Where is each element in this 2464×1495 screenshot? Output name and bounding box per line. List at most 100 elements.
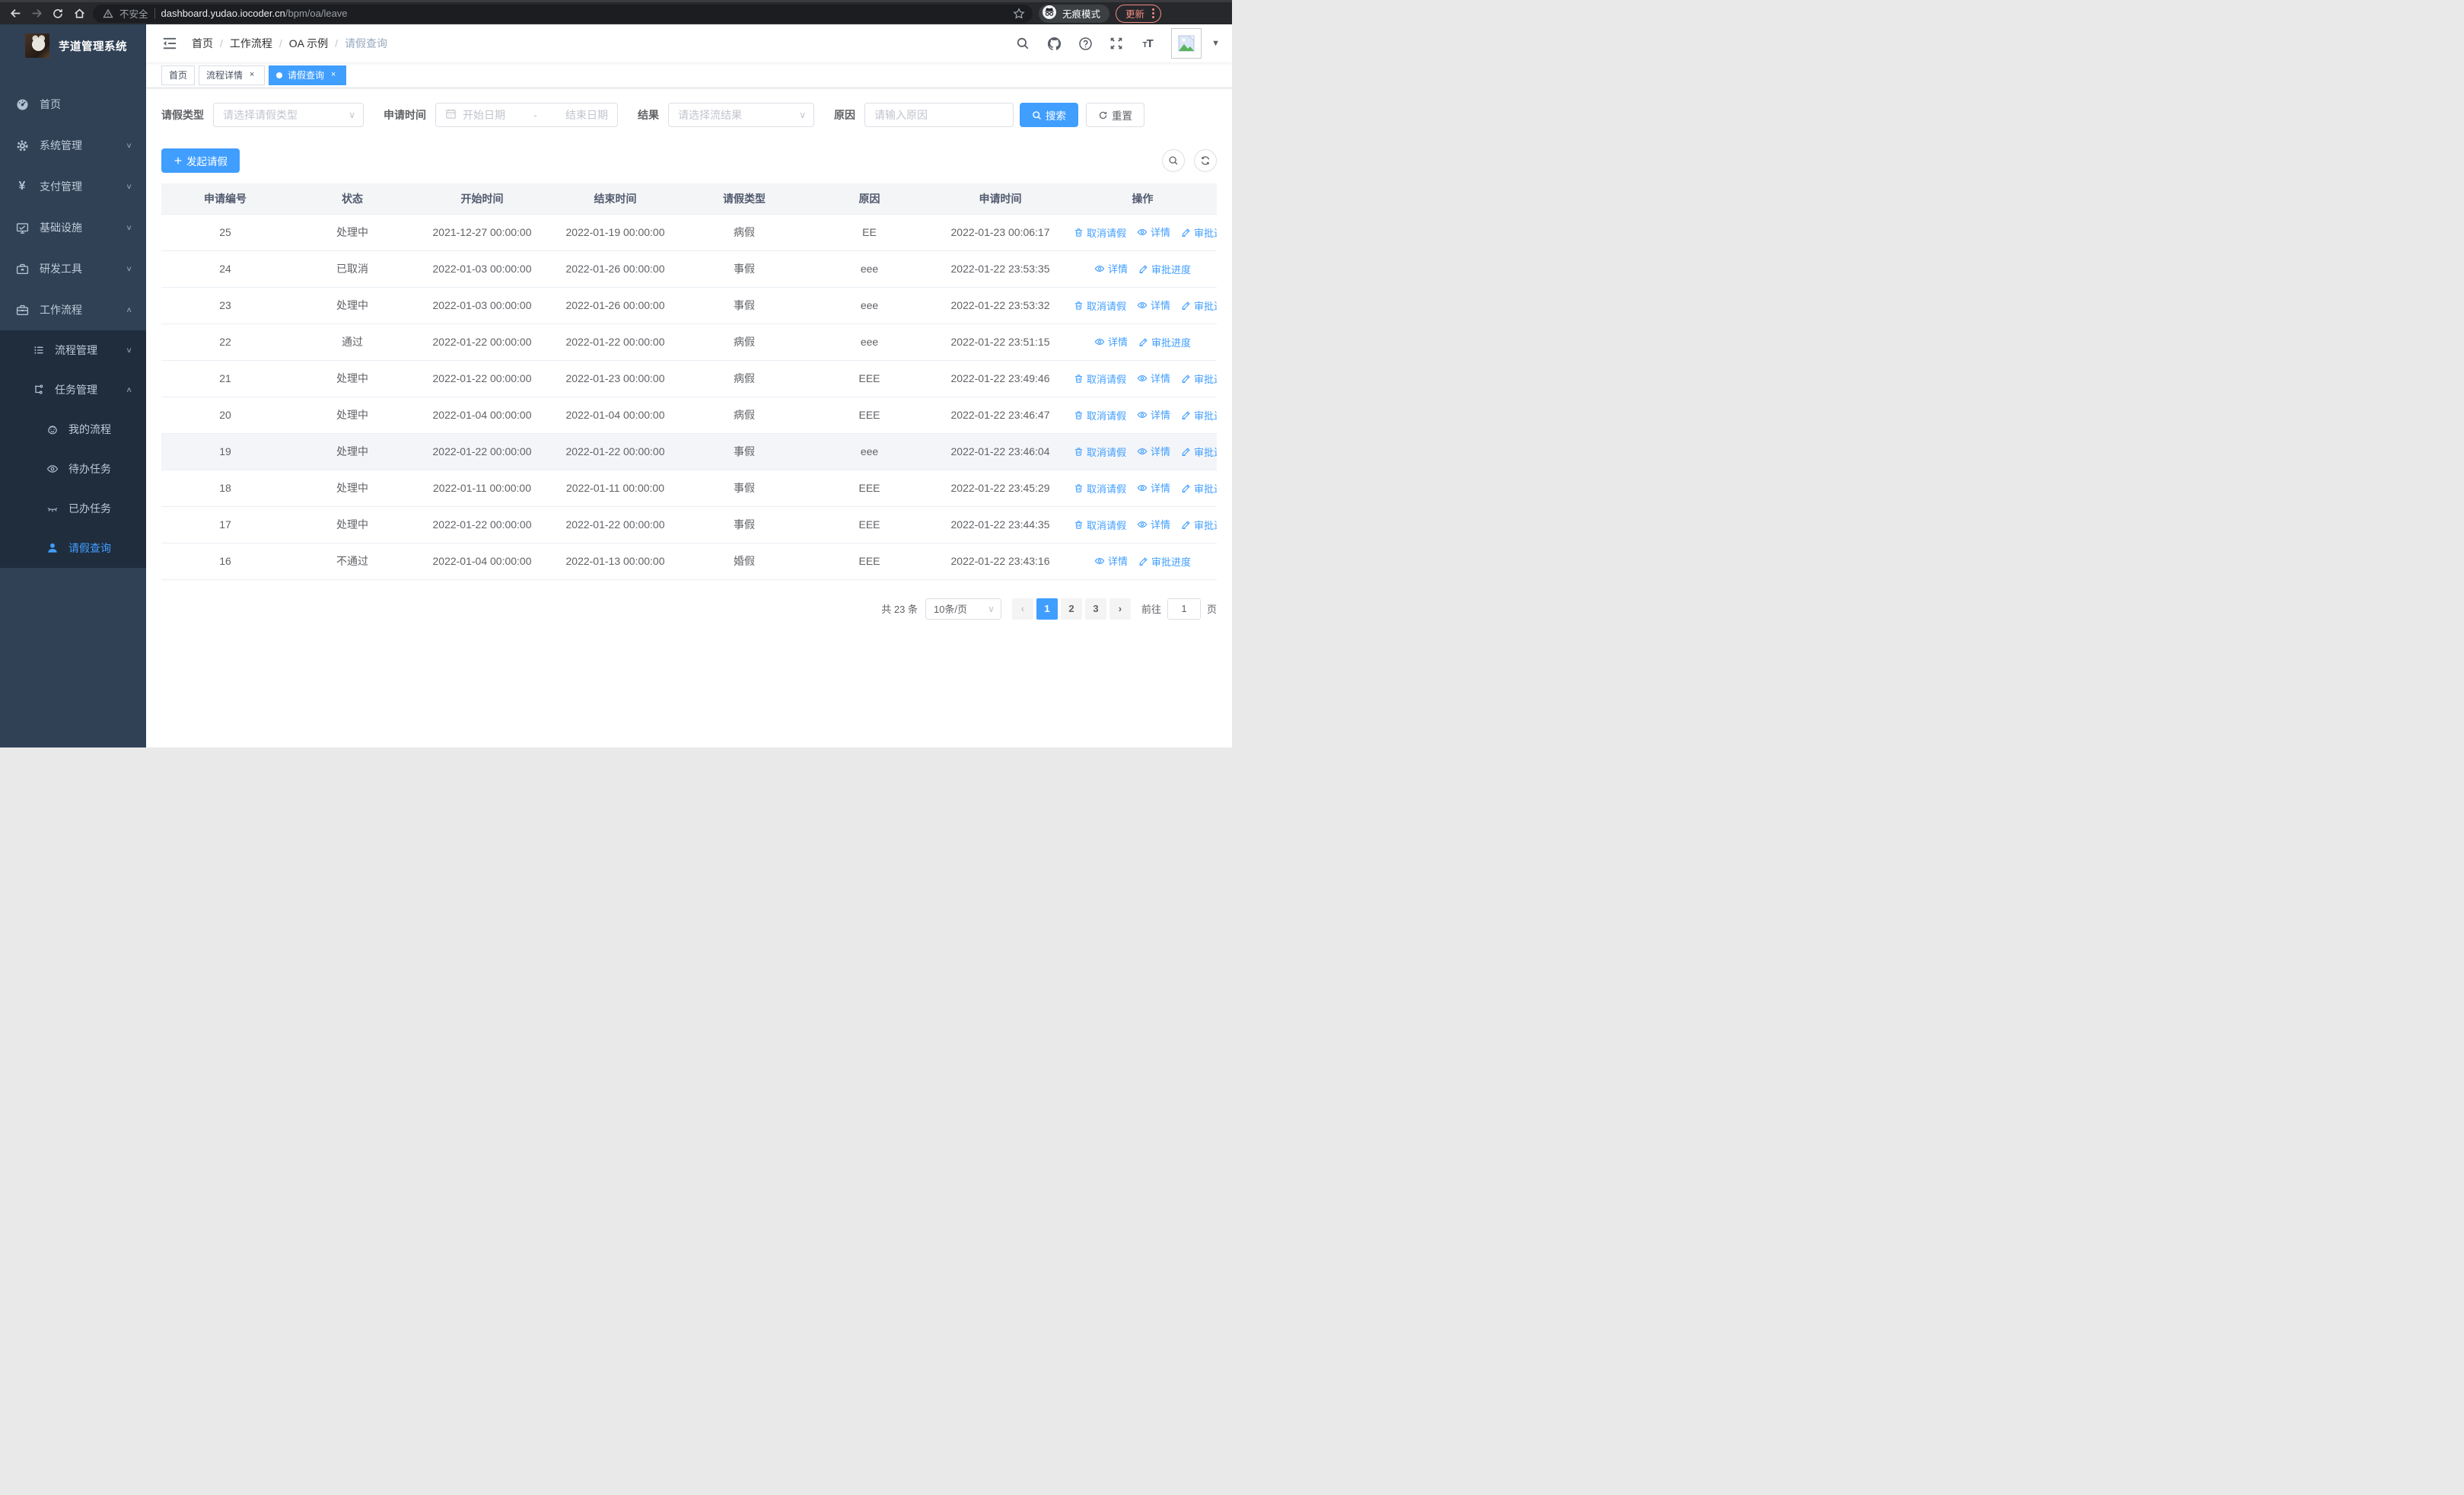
- cell-actions: 取消请假 详情 审批进度: [1068, 397, 1217, 434]
- progress-action-link[interactable]: 审批进度: [1181, 408, 1217, 422]
- sidebar-item-home[interactable]: 首页: [0, 84, 146, 125]
- help-icon[interactable]: [1078, 36, 1093, 51]
- back-icon[interactable]: [8, 6, 23, 21]
- cell-end: 2022-01-22 00:00:00: [549, 324, 682, 361]
- page-button-1[interactable]: 1: [1036, 598, 1058, 620]
- detail-action-link[interactable]: 详情: [1137, 371, 1170, 385]
- cell-start: 2022-01-22 00:00:00: [415, 360, 549, 397]
- progress-action-link[interactable]: 审批进度: [1181, 225, 1217, 240]
- fullscreen-icon[interactable]: [1109, 36, 1124, 51]
- progress-action-link[interactable]: 审批进度: [1181, 298, 1217, 313]
- close-icon[interactable]: ×: [247, 70, 257, 81]
- not-secure-warning-icon[interactable]: [102, 8, 113, 19]
- cancel-action-link[interactable]: 取消请假: [1074, 371, 1126, 386]
- col-header-status: 状态: [289, 183, 415, 215]
- breadcrumb-item[interactable]: 首页: [192, 36, 213, 51]
- tab-leave-query[interactable]: 请假查询 ×: [269, 65, 347, 85]
- cell-start: 2022-01-22 00:00:00: [415, 433, 549, 470]
- tab-home[interactable]: 首页: [161, 65, 196, 85]
- trash-icon: [1074, 483, 1084, 493]
- sidebar-item-payment[interactable]: ¥ 支付管理 ∨: [0, 166, 146, 207]
- browser-menu-icon[interactable]: [1152, 8, 1155, 18]
- sidebar-item-my-process[interactable]: 我的流程: [0, 410, 146, 449]
- progress-action-link[interactable]: 审批进度: [1181, 481, 1217, 496]
- show-search-icon[interactable]: [1162, 149, 1185, 172]
- progress-action-link[interactable]: 审批进度: [1138, 554, 1191, 569]
- avatar-dropdown-icon[interactable]: ▼: [1211, 39, 1220, 48]
- cell-type: 婚假: [682, 543, 807, 580]
- sidebar-item-system[interactable]: 系统管理 ∨: [0, 125, 146, 166]
- font-size-icon[interactable]: TT: [1140, 36, 1155, 51]
- update-label[interactable]: 更新: [1125, 6, 1144, 21]
- cell-reason: EEE: [807, 360, 932, 397]
- page-button-2[interactable]: 2: [1060, 598, 1082, 620]
- bookmark-star-icon[interactable]: [1011, 6, 1027, 21]
- security-label[interactable]: 不安全: [119, 6, 148, 21]
- search-icon[interactable]: [1015, 36, 1030, 51]
- apply-time-range-picker[interactable]: 开始日期 - 结束日期: [435, 103, 618, 127]
- cell-start: 2022-01-04 00:00:00: [415, 397, 549, 434]
- sidebar-item-leave-query[interactable]: 请假查询: [0, 528, 146, 568]
- page-button-3[interactable]: 3: [1084, 598, 1106, 620]
- detail-action-link[interactable]: 详情: [1094, 553, 1128, 568]
- progress-action-link[interactable]: 审批进度: [1181, 445, 1217, 459]
- url-bar[interactable]: 不安全 dashboard.yudao.iocoder.cn/bpm/oa/le…: [93, 4, 1033, 23]
- result-select[interactable]: 请选择流结果 ∨: [668, 103, 814, 127]
- sidebar-logo[interactable]: 芋道管理系统: [0, 24, 146, 67]
- tab-process-detail[interactable]: 流程详情 ×: [199, 65, 266, 85]
- breadcrumb-item[interactable]: 工作流程: [230, 36, 272, 51]
- progress-action-link[interactable]: 审批进度: [1181, 518, 1217, 532]
- detail-action-link[interactable]: 详情: [1094, 261, 1128, 276]
- url-text[interactable]: dashboard.yudao.iocoder.cn/bpm/oa/leave: [161, 8, 348, 19]
- detail-action-link[interactable]: 详情: [1137, 407, 1170, 422]
- page-size-select[interactable]: 10条/页 ∨: [925, 598, 1001, 620]
- goto-label: 前往: [1141, 604, 1161, 615]
- home-icon[interactable]: [72, 6, 87, 21]
- sidebar-item-infra[interactable]: 基础设施 ∨: [0, 207, 146, 248]
- detail-action-link[interactable]: 详情: [1137, 298, 1170, 312]
- sidebar-item-process-mgmt[interactable]: 流程管理 ∨: [0, 330, 146, 370]
- cancel-action-link[interactable]: 取消请假: [1074, 298, 1126, 313]
- detail-action-link[interactable]: 详情: [1137, 444, 1170, 458]
- sidebar-item-done-tasks[interactable]: 已办任务: [0, 489, 146, 528]
- cancel-action-link[interactable]: 取消请假: [1074, 481, 1126, 496]
- detail-action-link[interactable]: 详情: [1137, 225, 1170, 239]
- progress-action-link[interactable]: 审批进度: [1138, 335, 1191, 349]
- range-separator: -: [533, 109, 537, 121]
- cancel-action-link[interactable]: 取消请假: [1074, 225, 1126, 240]
- sidebar-item-workflow[interactable]: 工作流程 ∧: [0, 289, 146, 330]
- forward-icon[interactable]: [29, 6, 44, 21]
- goto-page-input[interactable]: [1167, 598, 1201, 620]
- reason-input[interactable]: [864, 103, 1014, 127]
- cancel-action-link[interactable]: 取消请假: [1074, 518, 1126, 532]
- avatar[interactable]: [1171, 28, 1202, 59]
- next-page-button[interactable]: ›: [1109, 598, 1131, 620]
- prev-page-button[interactable]: ‹: [1011, 598, 1033, 620]
- detail-action-link[interactable]: 详情: [1094, 334, 1128, 349]
- close-icon[interactable]: ×: [328, 70, 339, 81]
- detail-action-link[interactable]: 详情: [1137, 517, 1170, 531]
- progress-action-link[interactable]: 审批进度: [1138, 262, 1191, 276]
- table-row: 17 处理中 2022-01-22 00:00:00 2022-01-22 00:00…: [161, 506, 1217, 543]
- cell-type: 病假: [682, 360, 807, 397]
- cancel-action-link[interactable]: 取消请假: [1074, 445, 1126, 459]
- sidebar-item-task-mgmt[interactable]: 任务管理 ∧: [0, 370, 146, 410]
- progress-action-link[interactable]: 审批进度: [1181, 371, 1217, 386]
- cell-reason: EEE: [807, 397, 932, 434]
- breadcrumb-item[interactable]: OA 示例: [289, 36, 328, 51]
- leave-type-select[interactable]: 请选择请假类型 ∨: [213, 103, 364, 127]
- reset-button[interactable]: 重置: [1086, 103, 1144, 127]
- sidebar-item-todo-tasks[interactable]: 待办任务: [0, 449, 146, 489]
- sidebar-item-devtools[interactable]: 研发工具 ∨: [0, 248, 146, 289]
- sidebar-collapse-icon[interactable]: [161, 35, 178, 52]
- eye-icon: [1137, 519, 1148, 530]
- create-leave-button[interactable]: 发起请假: [161, 148, 240, 173]
- pen-icon: [1138, 556, 1148, 566]
- refresh-icon[interactable]: [1194, 149, 1217, 172]
- reload-icon[interactable]: [50, 6, 65, 21]
- search-button[interactable]: 搜索: [1020, 103, 1078, 127]
- detail-action-link[interactable]: 详情: [1137, 480, 1170, 495]
- github-icon[interactable]: [1046, 36, 1062, 51]
- browser-update-button[interactable]: 更新: [1116, 4, 1162, 23]
- cancel-action-link[interactable]: 取消请假: [1074, 408, 1126, 422]
